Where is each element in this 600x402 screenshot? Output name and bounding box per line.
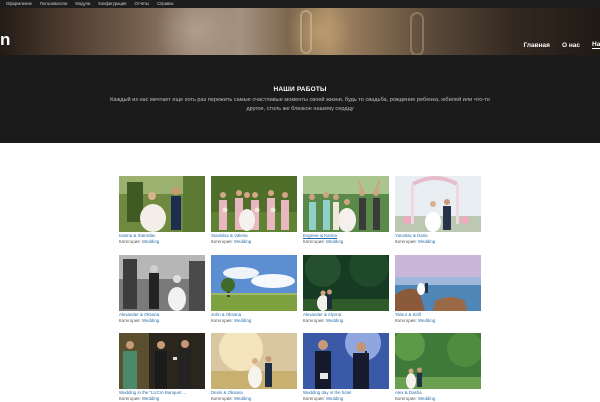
hero-banner: n Главная О нас Наши bbox=[0, 8, 600, 55]
gallery-item-category: Категория: Wedding bbox=[395, 318, 436, 323]
nav-about[interactable]: О нас bbox=[562, 42, 580, 49]
gallery-item: Wedding day in the hotel Категория: Wedd… bbox=[303, 333, 389, 402]
gallery-photo[interactable] bbox=[211, 176, 297, 232]
admin-menu-configuration[interactable]: Конфигурация bbox=[98, 0, 126, 8]
gallery-item: Denis & Oksana Категория: Wedding bbox=[211, 333, 297, 402]
admin-toolbar: Оформление Пользователи Модули Конфигура… bbox=[0, 0, 600, 8]
gallery-item-category: Категория: Wedding bbox=[303, 396, 344, 401]
admin-menu-appearance[interactable]: Оформление bbox=[6, 0, 32, 8]
gallery-item: Alexander & Alyona Категория: Wedding bbox=[303, 255, 389, 324]
gallery-item: Evgenie & Karina Категория: Wedding bbox=[303, 176, 389, 245]
gallery-photo[interactable] bbox=[395, 333, 481, 389]
main-nav: Главная О нас Наши bbox=[524, 41, 600, 49]
gallery-item-category: Категория: Wedding bbox=[395, 396, 436, 401]
category-link[interactable]: Wedding bbox=[142, 396, 159, 401]
admin-menu-users[interactable]: Пользователи bbox=[40, 0, 67, 8]
category-link[interactable]: Wedding bbox=[418, 318, 435, 323]
nav-our-works[interactable]: Наши bbox=[592, 41, 600, 49]
gallery-photo[interactable] bbox=[211, 255, 297, 311]
category-link[interactable]: Wedding bbox=[234, 239, 251, 244]
gallery-item: Tamur & Kirill Категория: Wedding bbox=[395, 255, 481, 324]
category-link[interactable]: Wedding bbox=[326, 318, 343, 323]
gallery-photo[interactable] bbox=[211, 333, 297, 389]
works-title: НАШИ РАБОТЫ bbox=[273, 86, 327, 93]
category-link[interactable]: Wedding bbox=[418, 239, 435, 244]
admin-menu-reports[interactable]: Отчёты bbox=[134, 0, 149, 8]
gallery-item-category: Категория: Wedding bbox=[119, 396, 160, 401]
gallery-item: John & Oksana Категория: Wedding bbox=[211, 255, 297, 324]
gallery-photo[interactable] bbox=[395, 255, 481, 311]
gallery-item: Wedding in the "LUCIA Banquet ... Катего… bbox=[119, 333, 205, 402]
gallery-item: Alex & Dasha Категория: Wedding bbox=[395, 333, 481, 402]
nav-home[interactable]: Главная bbox=[524, 42, 550, 49]
gallery-grid: Ivanna & Stanislav Категория: Wedding St… bbox=[119, 176, 481, 402]
works-description: Каждый из нас мечтает еще хоть раз переж… bbox=[110, 97, 490, 112]
gallery-photo[interactable] bbox=[303, 255, 389, 311]
category-link[interactable]: Wedding bbox=[326, 396, 343, 401]
category-link[interactable]: Wedding bbox=[326, 239, 343, 244]
gallery-item-category: Категория: Wedding bbox=[303, 239, 344, 244]
gallery-item-category: Категория: Wedding bbox=[211, 239, 252, 244]
gallery-item: Stanislav & Valeria Категория: Wedding bbox=[211, 176, 297, 245]
category-link[interactable]: Wedding bbox=[418, 396, 435, 401]
gallery-item-category: Категория: Wedding bbox=[395, 239, 436, 244]
gallery-photo[interactable] bbox=[395, 176, 481, 232]
works-intro: НАШИ РАБОТЫ Каждый из нас мечтает еще хо… bbox=[0, 55, 600, 143]
category-link[interactable]: Wedding bbox=[234, 396, 251, 401]
gallery-photo[interactable] bbox=[303, 333, 389, 389]
gallery-photo[interactable] bbox=[119, 176, 205, 232]
gallery-item: Alexander & Oksana Категория: Wedding bbox=[119, 255, 205, 324]
site-logo[interactable]: n bbox=[0, 31, 10, 48]
gallery-photo[interactable] bbox=[303, 176, 389, 232]
gallery-item-category: Категория: Wedding bbox=[211, 318, 252, 323]
admin-menu-help[interactable]: Справка bbox=[157, 0, 173, 8]
gallery-item-category: Категория: Wedding bbox=[119, 239, 160, 244]
gallery-item: Ivanna & Stanislav Категория: Wedding bbox=[119, 176, 205, 245]
gallery-item-category: Категория: Wedding bbox=[119, 318, 160, 323]
gallery-photo[interactable] bbox=[119, 255, 205, 311]
gallery-item-category: Категория: Wedding bbox=[303, 318, 344, 323]
gallery-item: Yaroslav & Daria Категория: Wedding bbox=[395, 176, 481, 245]
gallery-item-category: Категория: Wedding bbox=[211, 396, 252, 401]
gallery-photo[interactable] bbox=[119, 333, 205, 389]
admin-menu-modules[interactable]: Модули bbox=[75, 0, 90, 8]
category-link[interactable]: Wedding bbox=[142, 239, 159, 244]
category-link[interactable]: Wedding bbox=[234, 318, 251, 323]
category-link[interactable]: Wedding bbox=[142, 318, 159, 323]
